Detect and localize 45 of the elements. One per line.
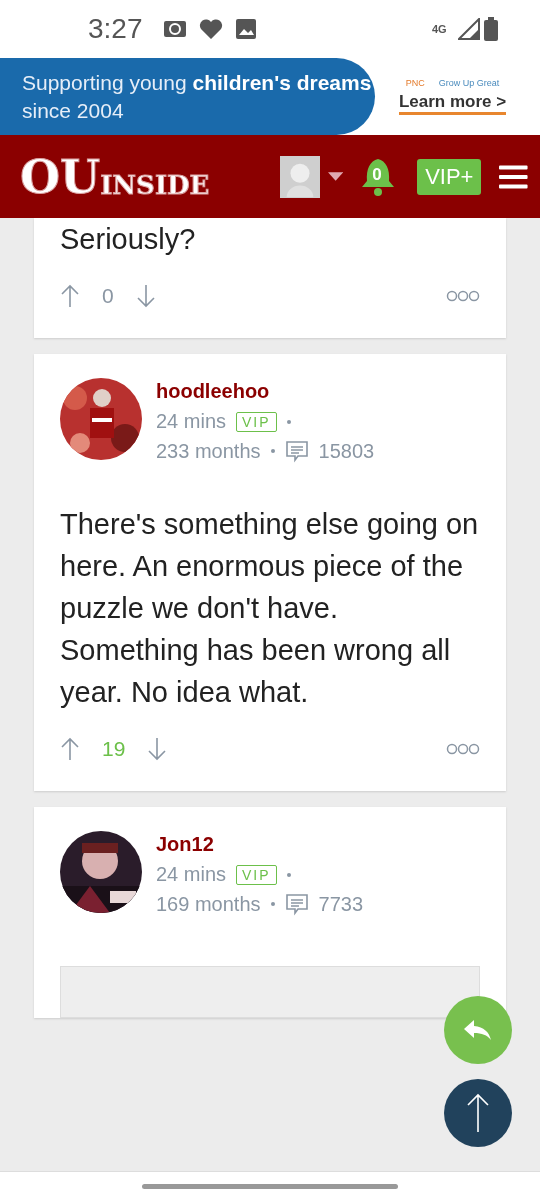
vip-badge: VIP xyxy=(236,411,277,432)
user-avatar-icon[interactable] xyxy=(279,155,320,198)
heart-icon xyxy=(198,18,223,40)
ad-brand: PNC xyxy=(405,78,425,88)
clock: 3:27 xyxy=(88,13,143,45)
post-count: 15803 xyxy=(318,439,375,463)
ad-banner[interactable]: Supporting young children's dreams since 2004 PNC Grow Up Great Learn more > xyxy=(0,58,540,135)
upvote-icon[interactable] xyxy=(60,737,80,761)
camera-icon xyxy=(162,19,187,39)
vote-score: 19 xyxy=(102,737,126,761)
reply-icon xyxy=(462,1018,494,1042)
menu-icon[interactable] xyxy=(499,163,528,190)
learn-more-link[interactable]: Learn more > xyxy=(398,92,507,115)
downvote-icon[interactable] xyxy=(147,737,168,761)
separator-dot xyxy=(286,872,291,877)
post-body: There's something else going on here. An enormous piece of the puzzle we don't have. Something has been wrong all year. No idea what. xyxy=(60,507,480,710)
username[interactable]: hoodleehoo xyxy=(156,378,375,404)
member-tenure: 233 months xyxy=(156,439,261,463)
member-tenure: 169 months xyxy=(156,892,261,916)
site-logo[interactable]: OUINSIDE xyxy=(20,151,266,202)
upvote-icon[interactable] xyxy=(60,284,80,308)
network-label: 4G xyxy=(432,23,448,35)
ad-tagline: Grow Up Great xyxy=(438,78,500,88)
caret-icon[interactable] xyxy=(327,171,343,182)
comment-icon xyxy=(284,439,309,463)
username[interactable]: Jon12 xyxy=(156,831,363,857)
post-time: 24 mins xyxy=(156,863,227,886)
separator-dot xyxy=(270,902,275,906)
gesture-handle[interactable] xyxy=(142,1183,398,1189)
separator-dot xyxy=(270,449,275,453)
post-time: 24 mins xyxy=(156,410,227,433)
more-options-icon[interactable] xyxy=(446,743,480,755)
ad-headline: Supporting young children's dreams since 2004 xyxy=(22,69,373,124)
more-options-icon[interactable] xyxy=(446,290,480,302)
separator-dot xyxy=(286,419,291,424)
battery-icon xyxy=(484,17,498,41)
comment-icon xyxy=(284,892,309,916)
post-count: 7733 xyxy=(318,892,363,916)
arrow-up-icon xyxy=(466,1093,490,1133)
vip-badge: VIP xyxy=(236,864,277,885)
post-body: Seriously? xyxy=(60,222,197,257)
signal-icon xyxy=(458,18,480,40)
image-icon xyxy=(234,18,257,40)
downvote-icon[interactable] xyxy=(135,284,156,308)
vote-score: 0 xyxy=(102,284,114,308)
